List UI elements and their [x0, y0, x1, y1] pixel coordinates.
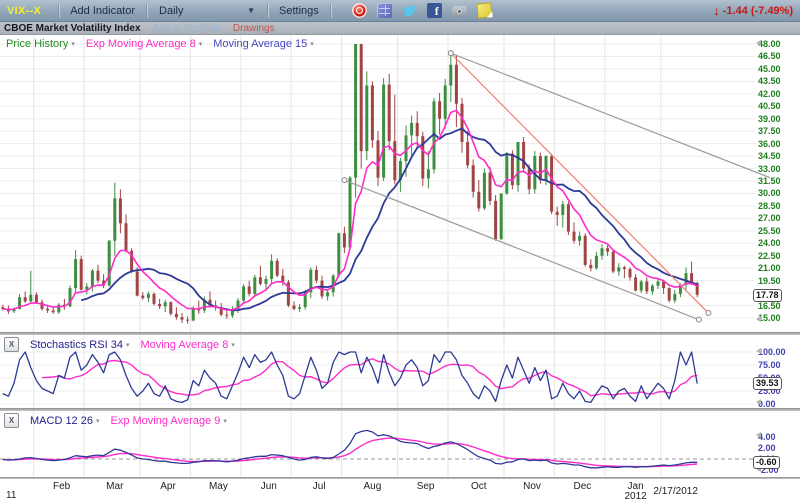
- toolbar-separator: [330, 4, 331, 18]
- month-label: Mar: [93, 482, 137, 492]
- exp-moving-average-9-dropdown[interactable]: Exp Moving Average 9▾: [111, 415, 227, 427]
- camera-icon[interactable]: [452, 6, 467, 17]
- month-label: May: [196, 482, 240, 492]
- axis-scroll-arrow[interactable]: [756, 399, 761, 405]
- chevron-down-icon: ▾: [199, 40, 203, 48]
- settings-button[interactable]: Settings: [276, 5, 322, 17]
- chevron-down-icon: ▾: [71, 40, 75, 48]
- twitter-bird: [402, 3, 417, 18]
- axis-scroll-arrow[interactable]: [756, 40, 761, 46]
- symbol-label[interactable]: VIX--X: [7, 5, 41, 17]
- moving-average-8-dropdown[interactable]: Moving Average 8▾: [140, 339, 234, 351]
- chevron-down-icon: ▾: [96, 417, 100, 425]
- stochastics-panel-header: X Stochastics RSI 34▾Moving Average 8▾: [4, 337, 235, 352]
- macd-panel-header: X MACD 12 26▾Exp Moving Average 9▾: [4, 413, 227, 428]
- drawings-link[interactable]: Drawings: [233, 23, 275, 34]
- month-label: Jun: [247, 482, 291, 492]
- timeframe-value: Daily: [159, 5, 183, 17]
- panel-divider: [0, 477, 800, 479]
- price-panel-header: Price History▾Exp Moving Average 8▾Movin…: [6, 38, 314, 50]
- month-label: Feb: [40, 482, 84, 492]
- indicator-label: Stochastics RSI 34: [30, 339, 123, 351]
- panel-divider[interactable]: [0, 332, 800, 335]
- moving-average-15-dropdown[interactable]: Moving Average 15▾: [213, 38, 314, 50]
- panel-divider[interactable]: [0, 408, 800, 411]
- change-readout: -1.44 (-7.49%): [723, 5, 793, 17]
- toolbar-separator: [267, 4, 268, 18]
- indicator-label: Moving Average 8: [140, 339, 228, 351]
- macd-last-badge: -0.60: [753, 456, 780, 469]
- toolbar-icons: [347, 3, 497, 18]
- month-label: Aug: [350, 482, 394, 492]
- alert-icon[interactable]: [352, 3, 367, 18]
- instrument-bar: CBOE Market Volatility Index Add to Port…: [0, 22, 800, 35]
- year-start-label: 11: [6, 490, 16, 501]
- close-macd-button[interactable]: X: [4, 413, 19, 428]
- axis-scroll-arrow[interactable]: [756, 348, 761, 354]
- month-label: Nov: [510, 482, 554, 492]
- add-to-portfolio-link[interactable]: Add to Portfolio: [153, 23, 221, 34]
- indicator-label: Moving Average 15: [213, 38, 307, 50]
- month-label: Apr: [146, 482, 190, 492]
- twitter-icon[interactable]: [402, 3, 417, 18]
- toolbar: VIX--X Add Indicator Daily ▼ Settings ↓ …: [0, 0, 800, 22]
- month-label: Oct: [457, 482, 501, 492]
- stochastics-last-badge: 39.53: [753, 377, 782, 390]
- end-date-label: 2/17/2012: [653, 486, 698, 497]
- month-label: Jan 2012: [614, 482, 658, 502]
- charting-app: { "toolbar": { "symbol": "VIX--X", "add_…: [0, 0, 800, 502]
- price-last-badge: 17.78: [753, 289, 782, 302]
- axis-scroll-arrow[interactable]: [756, 432, 761, 438]
- facebook-icon[interactable]: [427, 3, 442, 18]
- indicator-label: Price History: [6, 38, 68, 50]
- axis-scroll-arrow[interactable]: [756, 316, 761, 322]
- price-chart[interactable]: [0, 35, 800, 332]
- toolbar-separator: [58, 4, 59, 18]
- exp-moving-average-8-dropdown[interactable]: Exp Moving Average 8▾: [86, 38, 202, 50]
- add-indicator-button[interactable]: Add Indicator: [67, 5, 138, 17]
- chevron-down-icon: ▾: [126, 341, 130, 349]
- toolbar-separator: [146, 4, 147, 18]
- time-axis: 11 2/17/2012 Feb Mar Apr May Jun Jul Aug Sep Oct…: [0, 479, 800, 502]
- indicator-label: MACD 12 26: [30, 415, 93, 427]
- timeframe-dropdown[interactable]: Daily ▼: [155, 5, 259, 17]
- note-icon[interactable]: [476, 2, 492, 18]
- down-arrow-icon: ↓: [713, 4, 720, 17]
- close-stochastics-button[interactable]: X: [4, 337, 19, 352]
- month-label: Dec: [560, 482, 604, 492]
- chevron-down-icon: ▾: [223, 417, 227, 425]
- blocks-icon[interactable]: [377, 3, 392, 18]
- instrument-title: CBOE Market Volatility Index: [4, 23, 141, 34]
- chevron-down-icon: ▾: [231, 341, 235, 349]
- chevron-down-icon: ▼: [247, 6, 255, 15]
- indicator-label: Exp Moving Average 8: [86, 38, 196, 50]
- month-label: Jul: [297, 482, 341, 492]
- stochastics-rsi-34-dropdown[interactable]: Stochastics RSI 34▾: [30, 339, 129, 351]
- indicator-label: Exp Moving Average 9: [111, 415, 221, 427]
- price-history-dropdown[interactable]: Price History▾: [6, 38, 75, 50]
- month-label: Sep: [404, 482, 448, 492]
- macd-12-26-dropdown[interactable]: MACD 12 26▾: [30, 415, 100, 427]
- chevron-down-icon: ▾: [310, 40, 314, 48]
